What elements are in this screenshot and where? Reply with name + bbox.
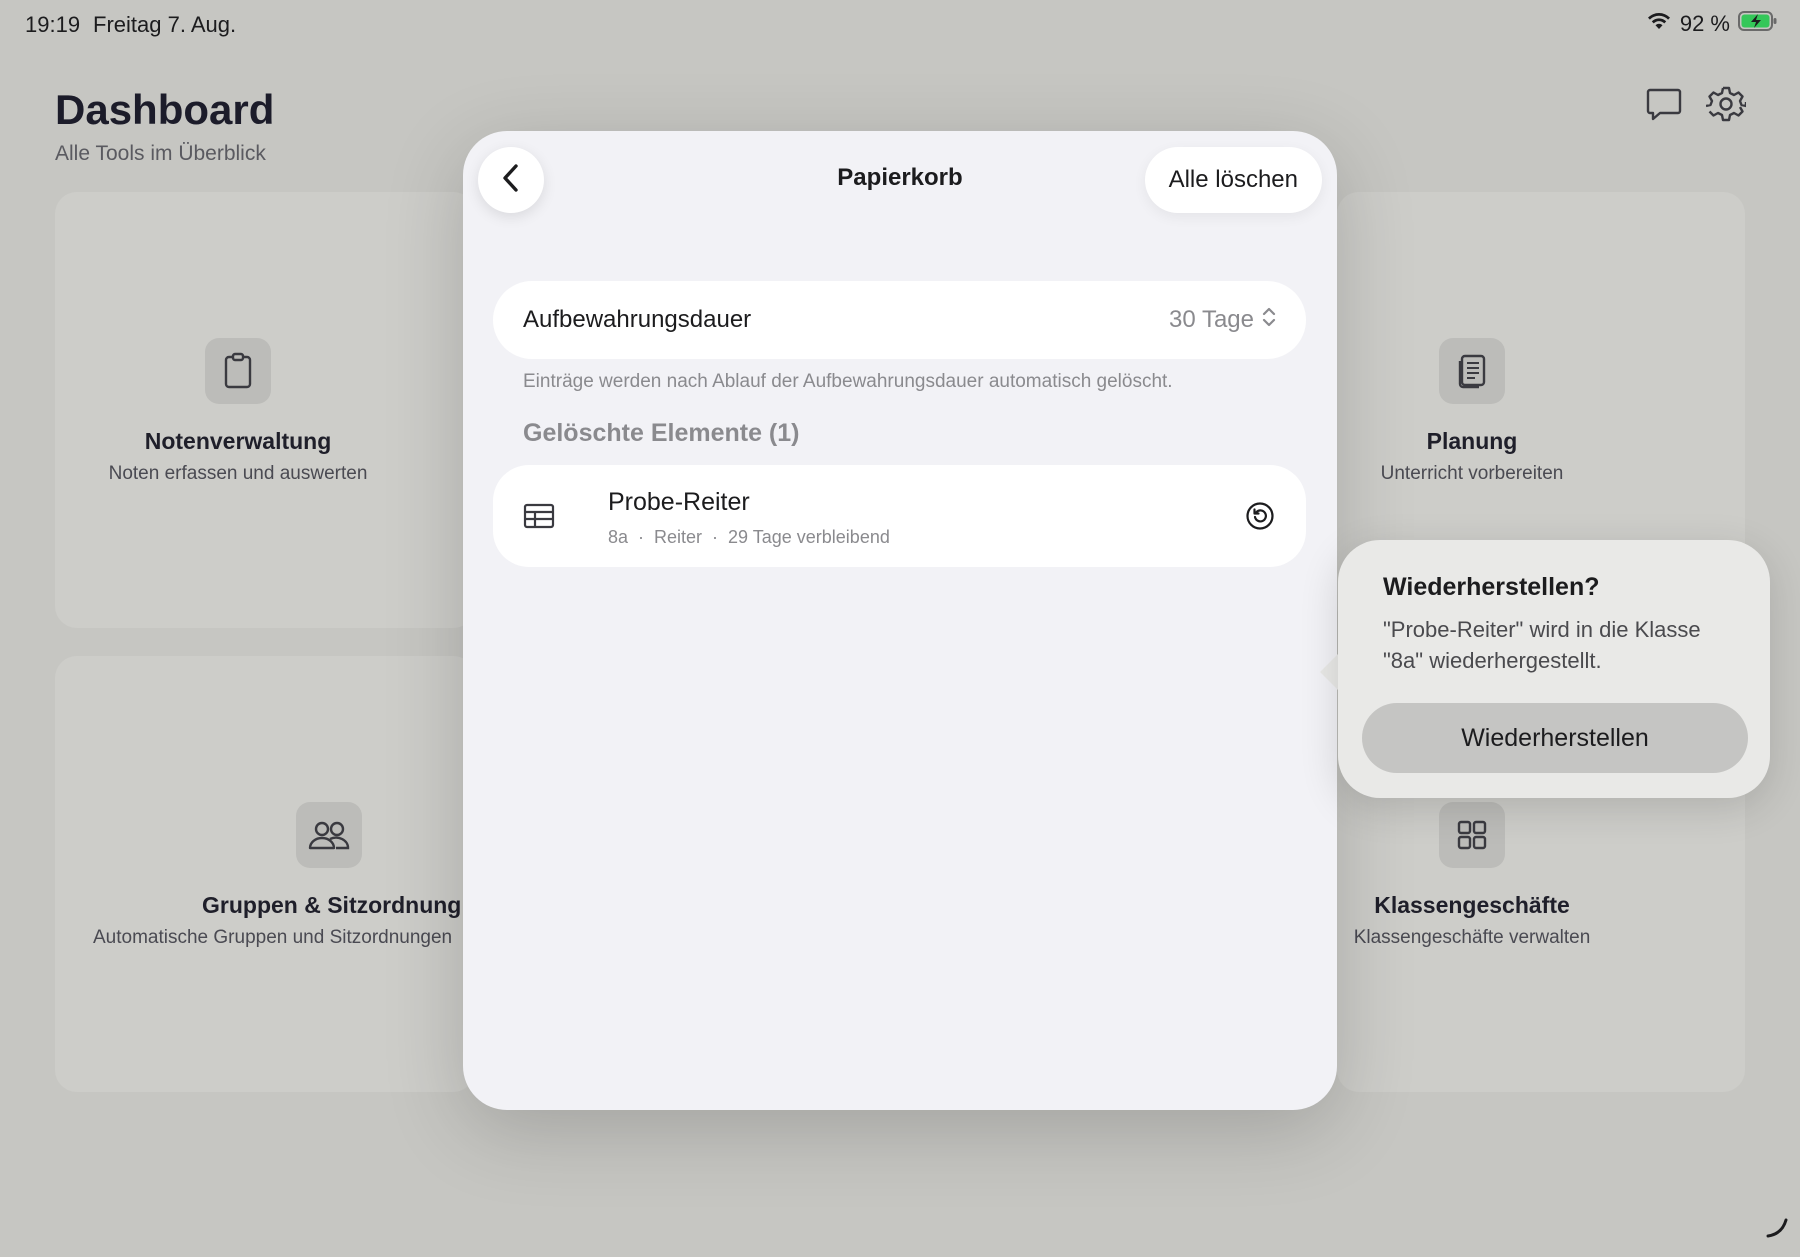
item-type: Reiter [654, 527, 703, 547]
retention-note: Einträge werden nach Ablauf der Aufbewah… [523, 371, 1173, 392]
restore-icon[interactable] [1244, 500, 1276, 532]
tool-title: Planung [1426, 428, 1518, 454]
tool-planung: Planung Unterricht vorbereiten [1372, 338, 1572, 485]
status-bar: 19:19 Freitag 7. Aug. 92 % [0, 0, 1800, 48]
popover-message: "Probe-Reiter" wird in die Klasse "8a" w… [1383, 617, 1701, 673]
retention-setting[interactable]: Aufbewahrungsdauer 30 Tage [493, 281, 1306, 359]
retention-label: Aufbewahrungsdauer [523, 306, 752, 333]
popover-arrow [1320, 652, 1340, 692]
tool-subtitle: Unterricht vorbereiten [1380, 463, 1564, 484]
status-date: Freitag 7. Aug. [93, 12, 237, 37]
clear-all-button[interactable]: Alle löschen [1144, 147, 1322, 213]
gear-icon[interactable] [1705, 84, 1748, 124]
resize-handle-icon [1764, 1214, 1790, 1245]
popover-title: Wiederherstellen? [1383, 573, 1600, 601]
retention-value: 30 Tage [1169, 306, 1254, 333]
tool-title: Notenverwaltung [144, 428, 332, 454]
tool-gruppen-text: Gruppen & Sitzordnung Automatische Grupp… [90, 868, 470, 949]
table-icon [523, 503, 555, 534]
status-time: 19:19 [25, 12, 81, 37]
chat-bubble-icon[interactable] [1644, 84, 1684, 124]
page-title: Dashboard [55, 86, 275, 133]
tool-subtitle: Klassengeschäfte verwalten [1353, 927, 1591, 948]
page-subtitle: Alle Tools im Überblick [55, 142, 266, 165]
grid-icon [1439, 802, 1505, 868]
tool-title: Gruppen & Sitzordnung [202, 892, 462, 918]
battery-charging-icon [1738, 10, 1778, 38]
item-meta: 8a · Reiter · 29 Tage verbleibend [608, 527, 890, 547]
restore-button[interactable]: Wiederherstellen [1362, 703, 1748, 773]
tool-notenverwaltung: Notenverwaltung Noten erfassen und auswe… [95, 338, 381, 485]
item-title: Probe-Reiter [608, 488, 750, 516]
document-icon [1439, 338, 1505, 404]
chevron-up-down-icon [1262, 306, 1276, 335]
wifi-icon [1646, 11, 1672, 37]
tool-title: Klassengeschäfte [1374, 892, 1570, 918]
section-header: Gelöschte Elemente (1) [523, 419, 800, 447]
trash-modal: Papierkorb Alle löschen Aufbewahrungsdau… [463, 131, 1337, 1110]
tool-subtitle: Noten erfassen und auswerten [108, 463, 368, 484]
people-icon [296, 802, 362, 868]
retention-picker[interactable]: 30 Tage [1169, 306, 1276, 335]
tool-gruppen [90, 802, 470, 868]
tool-subtitle: Automatische Gruppen und Sitzordnungen [93, 927, 453, 948]
list-item[interactable]: Probe-Reiter 8a · Reiter · 29 Tage verbleibe… [493, 465, 1306, 567]
status-indicators: 92 % [1646, 10, 1778, 38]
clipboard-icon [205, 338, 271, 404]
item-class: 8a [608, 527, 629, 547]
tool-klassengeschaefte: Klassengeschäfte Klassengeschäfte verwal… [1338, 802, 1606, 949]
battery-percent: 92 % [1679, 11, 1730, 36]
restore-popover: Wiederherstellen? "Probe-Reiter" wird in… [1338, 540, 1770, 798]
item-remaining: 29 Tage verbleibend [728, 527, 890, 547]
